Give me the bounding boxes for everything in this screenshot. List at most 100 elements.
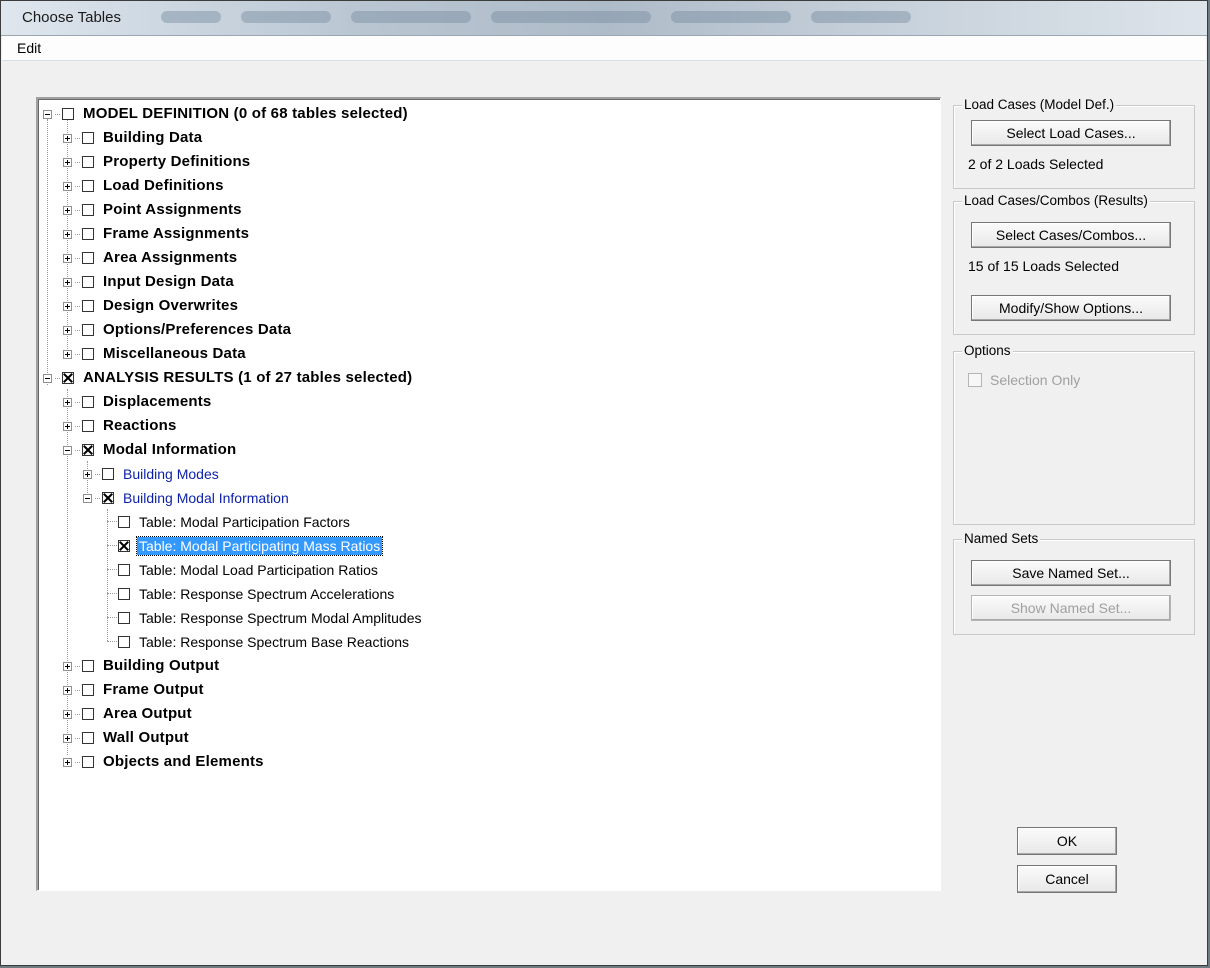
expand-icon[interactable] [63, 709, 72, 719]
checkbox[interactable] [82, 156, 94, 168]
menu-edit[interactable]: Edit [17, 40, 41, 56]
tree-node-point-assignments[interactable]: Point Assignments [63, 199, 244, 221]
expand-icon[interactable] [63, 397, 72, 407]
title-bar[interactable]: Choose Tables [1, 1, 1207, 36]
menu-bar: Edit [2, 36, 1206, 61]
tree-node-building-modal-information[interactable]: Building Modal Information [83, 487, 291, 509]
tree-node-reactions[interactable]: Reactions [63, 415, 179, 437]
ok-button[interactable]: OK [1017, 827, 1117, 855]
expand-icon[interactable] [63, 181, 72, 191]
tree-node-modal-information[interactable]: Modal Information [63, 439, 238, 461]
checkbox[interactable] [118, 588, 130, 600]
show-named-set-button[interactable]: Show Named Set... [971, 595, 1171, 621]
expand-icon[interactable] [83, 469, 92, 479]
tree-leaf-modal-participation-factors[interactable]: Table: Modal Participation Factors [118, 511, 352, 533]
collapse-icon[interactable] [43, 373, 52, 383]
checkbox[interactable] [82, 660, 94, 672]
selection-only-checkbox[interactable]: Selection Only [968, 372, 1080, 388]
collapse-icon[interactable] [83, 493, 92, 503]
select-cases-combos-button[interactable]: Select Cases/Combos... [971, 222, 1171, 248]
tree-leaf-response-spectrum-accelerations[interactable]: Table: Response Spectrum Accelerations [118, 583, 396, 605]
tree-node-displacements[interactable]: Displacements [63, 391, 213, 413]
choose-tables-dialog: Choose Tables Edit MODEL DEFINITION (0 o… [0, 0, 1208, 966]
checkbox[interactable] [82, 348, 94, 360]
checkbox[interactable] [82, 324, 94, 336]
checkbox[interactable] [118, 516, 130, 528]
cancel-button[interactable]: Cancel [1017, 865, 1117, 893]
expand-icon[interactable] [63, 157, 72, 167]
tree-node-property-definitions[interactable]: Property Definitions [63, 151, 252, 173]
expand-icon[interactable] [63, 661, 72, 671]
checkbox[interactable] [102, 468, 114, 480]
window-title: Choose Tables [22, 9, 121, 26]
checkbox[interactable] [82, 732, 94, 744]
tables-tree[interactable]: MODEL DEFINITION (0 of 68 tables selecte… [36, 97, 941, 891]
checkbox[interactable] [82, 420, 94, 432]
tree-node-frame-assignments[interactable]: Frame Assignments [63, 223, 251, 245]
expand-icon[interactable] [63, 421, 72, 431]
expand-icon[interactable] [63, 133, 72, 143]
checkbox[interactable] [118, 612, 130, 624]
collapse-icon[interactable] [63, 445, 72, 455]
tree-node-miscellaneous-data[interactable]: Miscellaneous Data [63, 343, 248, 365]
tree-node-load-definitions[interactable]: Load Definitions [63, 175, 226, 197]
tree-leaf-modal-load-participation-ratios[interactable]: Table: Modal Load Participation Ratios [118, 559, 380, 581]
checkbox[interactable] [82, 756, 94, 768]
collapse-icon[interactable] [43, 109, 52, 119]
tree-node-frame-output[interactable]: Frame Output [63, 679, 206, 701]
checkbox[interactable] [82, 684, 94, 696]
checkbox[interactable] [82, 132, 94, 144]
expand-icon[interactable] [63, 229, 72, 239]
tree-node-design-overwrites[interactable]: Design Overwrites [63, 295, 240, 317]
tree-node-objects-and-elements[interactable]: Objects and Elements [63, 751, 266, 773]
expand-icon[interactable] [63, 349, 72, 359]
tree-leaf-modal-participating-mass-ratios[interactable]: Table: Modal Participating Mass Ratios [118, 535, 384, 557]
tree-node-area-output[interactable]: Area Output [63, 703, 194, 725]
tree-leaf-response-spectrum-base-reactions[interactable]: Table: Response Spectrum Base Reactions [118, 631, 411, 653]
expand-icon[interactable] [63, 301, 72, 311]
tree-node-options-preferences-data[interactable]: Options/Preferences Data [63, 319, 293, 341]
checkbox[interactable] [118, 564, 130, 576]
modify-show-options-button[interactable]: Modify/Show Options... [971, 295, 1171, 321]
expand-icon[interactable] [63, 757, 72, 767]
expand-icon[interactable] [63, 733, 72, 743]
checkbox[interactable] [82, 396, 94, 408]
checkbox[interactable] [102, 492, 114, 504]
group-load-cases-model: Load Cases (Model Def.) Select Load Case… [953, 97, 1195, 189]
checkbox[interactable] [118, 636, 130, 648]
cases-combos-status: 15 of 15 Loads Selected [968, 258, 1120, 274]
checkbox[interactable] [82, 708, 94, 720]
group-load-cases-results: Load Cases/Combos (Results) Select Cases… [953, 193, 1195, 335]
select-load-cases-button[interactable]: Select Load Cases... [971, 120, 1171, 146]
load-cases-status: 2 of 2 Loads Selected [968, 156, 1104, 172]
expand-icon[interactable] [63, 277, 72, 287]
group-options: Options Selection Only [953, 343, 1195, 525]
save-named-set-button[interactable]: Save Named Set... [971, 560, 1171, 586]
tree-node-building-data[interactable]: Building Data [63, 127, 204, 149]
tree-node-area-assignments[interactable]: Area Assignments [63, 247, 239, 269]
checkbox-model-definition[interactable] [62, 108, 74, 120]
checkbox[interactable] [82, 444, 94, 456]
expand-icon[interactable] [63, 325, 72, 335]
checkbox[interactable] [82, 300, 94, 312]
tree-node-wall-output[interactable]: Wall Output [63, 727, 191, 749]
checkbox[interactable] [82, 180, 94, 192]
checkbox-box [968, 373, 982, 387]
tree-node-analysis-results[interactable]: ANALYSIS RESULTS (1 of 27 tables selecte… [43, 367, 414, 389]
checkbox-analysis-results[interactable] [62, 372, 74, 384]
expand-icon[interactable] [63, 685, 72, 695]
checkbox[interactable] [82, 252, 94, 264]
tree-leaf-response-spectrum-modal-amplitudes[interactable]: Table: Response Spectrum Modal Amplitude… [118, 607, 423, 629]
checkbox[interactable] [118, 540, 130, 552]
tree-node-model-definition[interactable]: MODEL DEFINITION (0 of 68 tables selecte… [43, 103, 410, 125]
expand-icon[interactable] [63, 253, 72, 263]
checkbox[interactable] [82, 228, 94, 240]
tree-node-building-modes[interactable]: Building Modes [83, 463, 221, 485]
checkbox[interactable] [82, 204, 94, 216]
tree-node-building-output[interactable]: Building Output [63, 655, 221, 677]
group-named-sets: Named Sets Save Named Set... Show Named … [953, 531, 1195, 635]
blurred-toolbar [161, 11, 221, 23]
checkbox[interactable] [82, 276, 94, 288]
tree-node-input-design-data[interactable]: Input Design Data [63, 271, 236, 293]
expand-icon[interactable] [63, 205, 72, 215]
